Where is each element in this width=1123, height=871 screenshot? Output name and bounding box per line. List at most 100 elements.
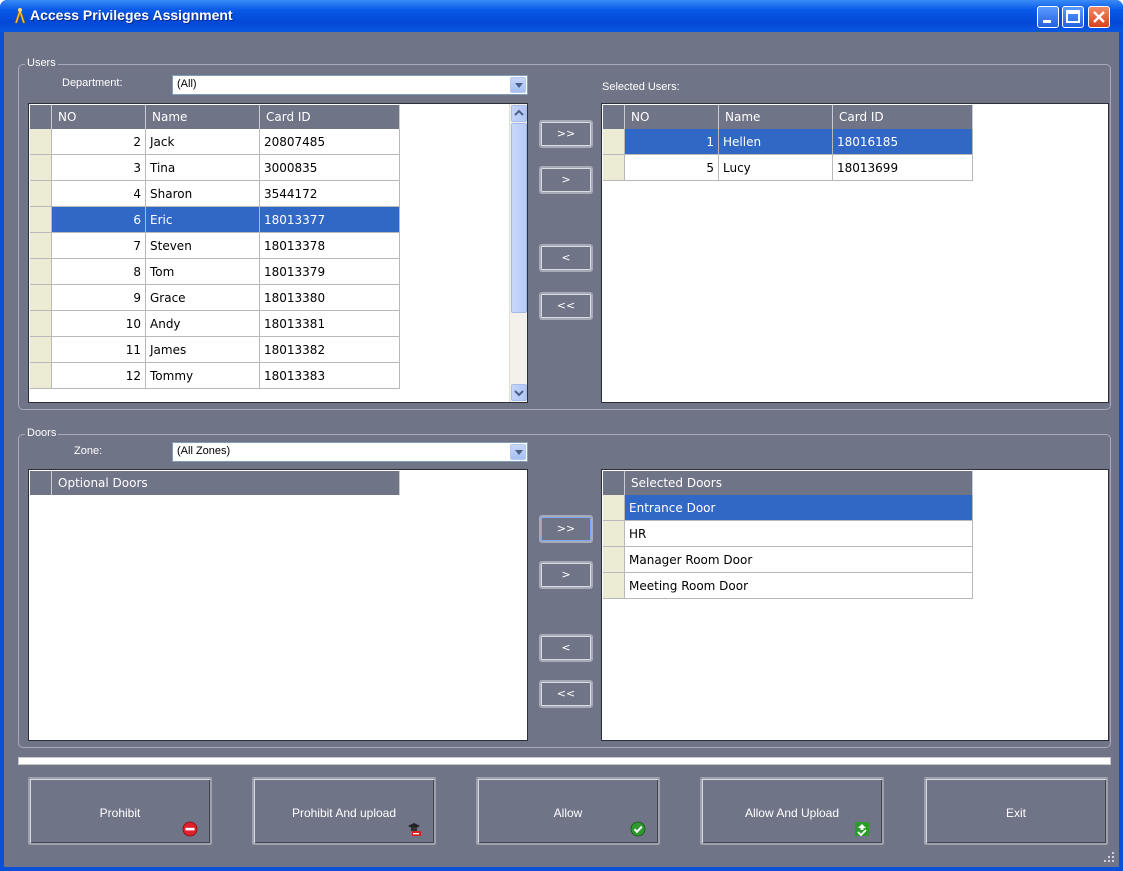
cell-card-id[interactable]: 18013377 <box>260 207 400 233</box>
cell-no[interactable]: 7 <box>52 233 146 259</box>
exit-button[interactable]: Exit <box>924 777 1108 845</box>
cell-no[interactable]: 12 <box>52 363 146 389</box>
column-header-name[interactable]: Name <box>146 105 260 129</box>
cell-card-id[interactable]: 18013381 <box>260 311 400 337</box>
column-header-card-id[interactable]: Card ID <box>260 105 400 129</box>
cell-name[interactable]: Jack <box>146 129 260 155</box>
door-name[interactable]: Meeting Room Door <box>625 573 973 599</box>
cell-no[interactable]: 9 <box>52 285 146 311</box>
column-header-no[interactable]: NO <box>52 105 146 129</box>
cell-no[interactable]: 5 <box>625 155 719 181</box>
cell-name[interactable]: Lucy <box>719 155 833 181</box>
users-scrollbar[interactable] <box>509 104 527 402</box>
selected-users-label: Selected Users: <box>602 81 680 93</box>
cell-name[interactable]: Andy <box>146 311 260 337</box>
cell-no[interactable]: 10 <box>52 311 146 337</box>
row-indicator[interactable] <box>603 521 625 547</box>
door-name[interactable]: Manager Room Door <box>625 547 973 573</box>
cell-card-id[interactable]: 18013378 <box>260 233 400 259</box>
title-bar[interactable]: Access Privileges Assignment <box>0 0 1123 32</box>
column-header-selected-doors[interactable]: Selected Doors <box>625 471 973 495</box>
row-indicator[interactable] <box>30 259 52 285</box>
remove-user-button[interactable]: < <box>539 244 593 272</box>
cell-no[interactable]: 4 <box>52 181 146 207</box>
cell-name[interactable]: Eric <box>146 207 260 233</box>
chevron-down-icon[interactable] <box>510 444 526 460</box>
cell-no[interactable]: 2 <box>52 129 146 155</box>
column-header-no[interactable]: NO <box>625 105 719 129</box>
cell-no[interactable]: 8 <box>52 259 146 285</box>
row-indicator[interactable] <box>603 573 625 599</box>
scroll-thumb[interactable] <box>511 123 527 313</box>
cell-card-id[interactable]: 20807485 <box>260 129 400 155</box>
row-indicator[interactable] <box>30 233 52 259</box>
add-user-button[interactable]: > <box>539 166 593 194</box>
row-indicator[interactable] <box>30 311 52 337</box>
row-indicator[interactable] <box>30 285 52 311</box>
row-indicator[interactable] <box>30 155 52 181</box>
grid-header-corner <box>603 471 625 495</box>
row-indicator[interactable] <box>603 129 625 155</box>
cell-card-id[interactable]: 18013383 <box>260 363 400 389</box>
cell-card-id[interactable]: 18013379 <box>260 259 400 285</box>
add-all-users-button[interactable]: >> <box>539 120 593 148</box>
cell-card-id[interactable]: 3544172 <box>260 181 400 207</box>
remove-all-users-button[interactable]: << <box>539 292 593 320</box>
row-indicator[interactable] <box>30 207 52 233</box>
column-header-name[interactable]: Name <box>719 105 833 129</box>
department-value: (All) <box>177 78 197 90</box>
door-name[interactable]: HR <box>625 521 973 547</box>
selected-users-grid[interactable]: NO Name Card ID 1 Hellen 18016185 5 Lucy 1801… <box>601 103 1109 403</box>
row-indicator[interactable] <box>603 495 625 521</box>
row-indicator[interactable] <box>30 129 52 155</box>
cell-name[interactable]: Hellen <box>719 129 833 155</box>
remove-door-button[interactable]: < <box>539 634 593 662</box>
row-indicator[interactable] <box>30 337 52 363</box>
selected-doors-grid[interactable]: Selected Doors Entrance Door HR Manager Ro… <box>601 469 1109 741</box>
optional-doors-grid[interactable]: Optional Doors <box>28 469 528 741</box>
remove-all-doors-button[interactable]: << <box>539 680 593 708</box>
cell-no[interactable]: 3 <box>52 155 146 181</box>
cell-card-id[interactable]: 18013380 <box>260 285 400 311</box>
prohibit-button[interactable]: Prohibit <box>28 777 212 845</box>
minimize-button[interactable] <box>1037 6 1059 28</box>
allow-and-upload-button[interactable]: Allow And Upload <box>700 777 884 845</box>
cell-no[interactable]: 11 <box>52 337 146 363</box>
prohibit-and-upload-button[interactable]: Prohibit And upload <box>252 777 436 845</box>
add-door-button[interactable]: > <box>539 561 593 589</box>
cell-card-id[interactable]: 3000835 <box>260 155 400 181</box>
cell-name[interactable]: Sharon <box>146 181 260 207</box>
close-icon <box>1093 11 1105 23</box>
cell-name[interactable]: Tom <box>146 259 260 285</box>
row-indicator[interactable] <box>603 547 625 573</box>
zone-select[interactable]: (All Zones) <box>172 442 528 462</box>
allow-button[interactable]: Allow <box>476 777 660 845</box>
cell-no[interactable]: 6 <box>52 207 146 233</box>
resize-grip-icon[interactable] <box>1103 851 1115 863</box>
chevron-down-icon[interactable] <box>510 77 526 93</box>
key-person-icon <box>14 7 26 24</box>
cell-name[interactable]: Tina <box>146 155 260 181</box>
row-indicator[interactable] <box>603 155 625 181</box>
cell-name[interactable]: Steven <box>146 233 260 259</box>
row-indicator[interactable] <box>30 363 52 389</box>
maximize-button[interactable] <box>1062 6 1084 28</box>
cell-card-id[interactable]: 18016185 <box>833 129 973 155</box>
cell-name[interactable]: James <box>146 337 260 363</box>
close-button[interactable] <box>1088 6 1110 28</box>
scroll-down-button[interactable] <box>511 384 527 401</box>
department-select[interactable]: (All) <box>172 75 528 95</box>
cell-name[interactable]: Grace <box>146 285 260 311</box>
column-header-optional-doors[interactable]: Optional Doors <box>52 471 400 495</box>
scroll-up-button[interactable] <box>511 105 527 122</box>
row-indicator[interactable] <box>30 181 52 207</box>
cell-name[interactable]: Tommy <box>146 363 260 389</box>
cell-card-id[interactable]: 18013699 <box>833 155 973 181</box>
column-header-card-id[interactable]: Card ID <box>833 105 973 129</box>
allow-upload-icon <box>855 822 869 837</box>
available-users-grid[interactable]: NO Name Card ID 2 Jack 20807485 3 Tina 300083… <box>28 103 528 403</box>
add-all-doors-button[interactable]: >> <box>539 515 593 543</box>
cell-no[interactable]: 1 <box>625 129 719 155</box>
cell-card-id[interactable]: 18013382 <box>260 337 400 363</box>
door-name[interactable]: Entrance Door <box>625 495 973 521</box>
